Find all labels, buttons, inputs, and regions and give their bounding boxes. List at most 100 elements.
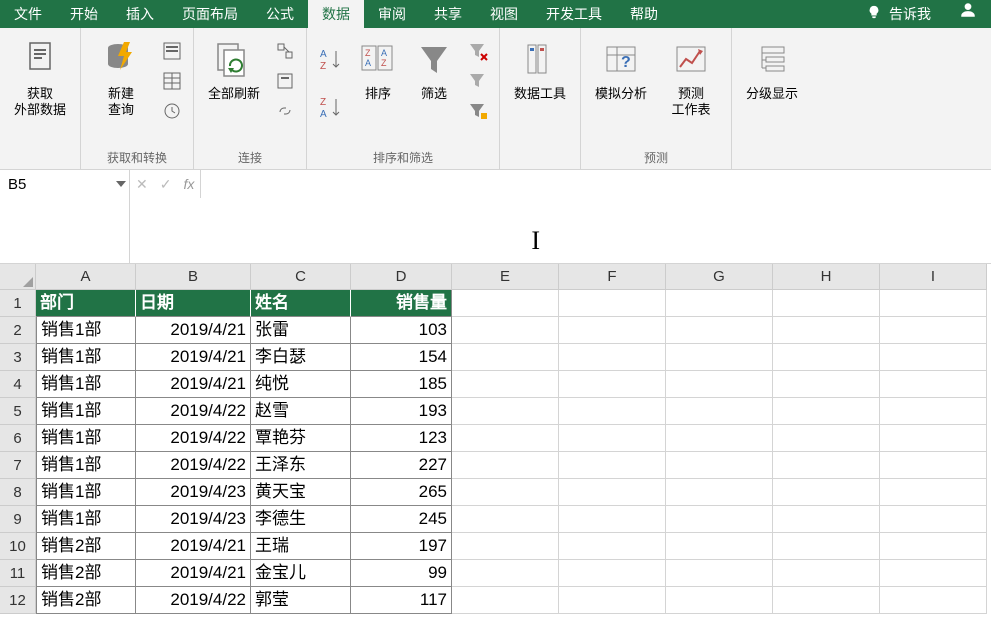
cell-D12[interactable]: 117 bbox=[351, 587, 452, 614]
col-header-E[interactable]: E bbox=[452, 264, 559, 290]
cell-D5[interactable]: 193 bbox=[351, 398, 452, 425]
recent-sources-button[interactable] bbox=[159, 98, 185, 124]
cell-D10[interactable]: 197 bbox=[351, 533, 452, 560]
cell-H10[interactable] bbox=[773, 533, 880, 560]
row-header-7[interactable]: 7 bbox=[0, 452, 36, 479]
cell-I6[interactable] bbox=[880, 425, 987, 452]
cell-E8[interactable] bbox=[452, 479, 559, 506]
col-header-A[interactable]: A bbox=[36, 264, 136, 290]
cell-H9[interactable] bbox=[773, 506, 880, 533]
row-header-1[interactable]: 1 bbox=[0, 290, 36, 317]
cell-G1[interactable] bbox=[666, 290, 773, 317]
tell-me[interactable]: 告诉我 bbox=[853, 0, 945, 28]
clear-filter-button[interactable] bbox=[465, 38, 491, 64]
menu-file[interactable]: 文件 bbox=[0, 0, 56, 28]
row-header-9[interactable]: 9 bbox=[0, 506, 36, 533]
sort-button[interactable]: ZAAZ 排序 bbox=[353, 34, 403, 106]
row-header-12[interactable]: 12 bbox=[0, 587, 36, 614]
cell-I9[interactable] bbox=[880, 506, 987, 533]
cell-E5[interactable] bbox=[452, 398, 559, 425]
cell-F12[interactable] bbox=[559, 587, 666, 614]
cell-E4[interactable] bbox=[452, 371, 559, 398]
cell-I7[interactable] bbox=[880, 452, 987, 479]
properties-button[interactable] bbox=[272, 68, 298, 94]
formula-input[interactable] bbox=[201, 170, 991, 263]
cell-C9[interactable]: 李德生 bbox=[251, 506, 351, 533]
cell-A4[interactable]: 销售1部 bbox=[36, 371, 136, 398]
cell-C5[interactable]: 赵雪 bbox=[251, 398, 351, 425]
cell-D2[interactable]: 103 bbox=[351, 317, 452, 344]
col-header-G[interactable]: G bbox=[666, 264, 773, 290]
data-tools-button[interactable]: 数据工具 bbox=[508, 34, 572, 106]
cell-F4[interactable] bbox=[559, 371, 666, 398]
cell-B3[interactable]: 2019/4/21 bbox=[136, 344, 251, 371]
cell-A11[interactable]: 销售2部 bbox=[36, 560, 136, 587]
cell-D7[interactable]: 227 bbox=[351, 452, 452, 479]
cell-C7[interactable]: 王泽东 bbox=[251, 452, 351, 479]
fx-button[interactable]: fx bbox=[183, 170, 194, 198]
cell-E2[interactable] bbox=[452, 317, 559, 344]
enter-formula-button[interactable]: ✓ bbox=[160, 170, 172, 198]
cell-E11[interactable] bbox=[452, 560, 559, 587]
cell-H8[interactable] bbox=[773, 479, 880, 506]
cell-G4[interactable] bbox=[666, 371, 773, 398]
row-header-3[interactable]: 3 bbox=[0, 344, 36, 371]
cancel-formula-button[interactable]: ✕ bbox=[136, 170, 148, 198]
cell-A10[interactable]: 销售2部 bbox=[36, 533, 136, 560]
cell-I11[interactable] bbox=[880, 560, 987, 587]
cell-C1[interactable]: 姓名 bbox=[251, 290, 351, 317]
cell-A2[interactable]: 销售1部 bbox=[36, 317, 136, 344]
filter-button[interactable]: 筛选 bbox=[409, 34, 459, 106]
cell-I5[interactable] bbox=[880, 398, 987, 425]
menu-developer[interactable]: 开发工具 bbox=[532, 0, 616, 28]
cell-F2[interactable] bbox=[559, 317, 666, 344]
cell-I2[interactable] bbox=[880, 317, 987, 344]
cell-B11[interactable]: 2019/4/21 bbox=[136, 560, 251, 587]
cell-B1[interactable]: 日期 bbox=[136, 290, 251, 317]
cell-F3[interactable] bbox=[559, 344, 666, 371]
cell-F10[interactable] bbox=[559, 533, 666, 560]
cell-C2[interactable]: 张雷 bbox=[251, 317, 351, 344]
cell-E7[interactable] bbox=[452, 452, 559, 479]
cell-C8[interactable]: 黄天宝 bbox=[251, 479, 351, 506]
show-queries-button[interactable] bbox=[159, 38, 185, 64]
cell-G6[interactable] bbox=[666, 425, 773, 452]
row-header-5[interactable]: 5 bbox=[0, 398, 36, 425]
from-table-button[interactable] bbox=[159, 68, 185, 94]
menu-formulas[interactable]: 公式 bbox=[252, 0, 308, 28]
cell-D9[interactable]: 245 bbox=[351, 506, 452, 533]
cell-F7[interactable] bbox=[559, 452, 666, 479]
cell-I12[interactable] bbox=[880, 587, 987, 614]
cell-B6[interactable]: 2019/4/22 bbox=[136, 425, 251, 452]
get-external-data-button[interactable]: 获取 外部数据 bbox=[8, 34, 72, 122]
cell-I10[interactable] bbox=[880, 533, 987, 560]
sort-asc-button[interactable]: AZ bbox=[315, 44, 347, 76]
cell-A3[interactable]: 销售1部 bbox=[36, 344, 136, 371]
cell-G8[interactable] bbox=[666, 479, 773, 506]
sort-desc-button[interactable]: ZA bbox=[315, 92, 347, 124]
col-header-B[interactable]: B bbox=[136, 264, 251, 290]
cell-B9[interactable]: 2019/4/23 bbox=[136, 506, 251, 533]
row-header-11[interactable]: 11 bbox=[0, 560, 36, 587]
account-icon[interactable] bbox=[945, 0, 991, 28]
name-box[interactable] bbox=[0, 170, 112, 198]
cell-E9[interactable] bbox=[452, 506, 559, 533]
menu-help[interactable]: 帮助 bbox=[616, 0, 672, 28]
cell-H12[interactable] bbox=[773, 587, 880, 614]
cell-B7[interactable]: 2019/4/22 bbox=[136, 452, 251, 479]
cell-G2[interactable] bbox=[666, 317, 773, 344]
cell-B2[interactable]: 2019/4/21 bbox=[136, 317, 251, 344]
cell-F9[interactable] bbox=[559, 506, 666, 533]
advanced-filter-button[interactable] bbox=[465, 98, 491, 124]
col-header-F[interactable]: F bbox=[559, 264, 666, 290]
menu-data[interactable]: 数据 bbox=[308, 0, 364, 28]
cell-B8[interactable]: 2019/4/23 bbox=[136, 479, 251, 506]
cell-G10[interactable] bbox=[666, 533, 773, 560]
menu-page-layout[interactable]: 页面布局 bbox=[168, 0, 252, 28]
cell-D6[interactable]: 123 bbox=[351, 425, 452, 452]
cell-H1[interactable] bbox=[773, 290, 880, 317]
row-header-4[interactable]: 4 bbox=[0, 371, 36, 398]
cell-D8[interactable]: 265 bbox=[351, 479, 452, 506]
cell-D1[interactable]: 销售量 bbox=[351, 290, 452, 317]
outline-button[interactable]: 分级显示 bbox=[740, 34, 804, 106]
